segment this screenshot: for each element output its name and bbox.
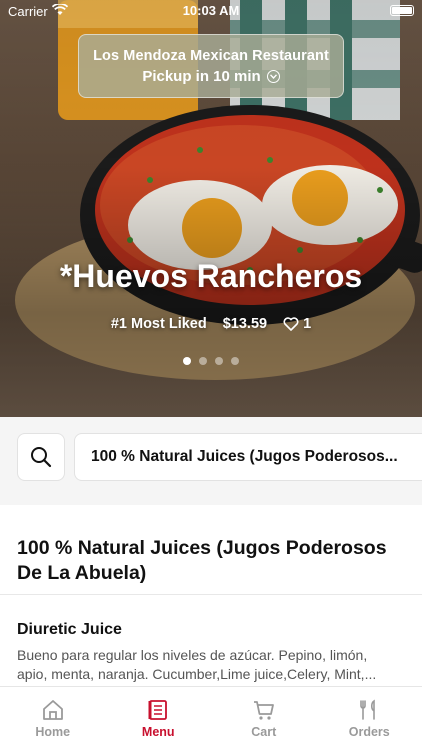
pickup-label: Pickup in 10 min xyxy=(142,68,261,85)
carousel-dot[interactable] xyxy=(183,357,191,365)
home-icon xyxy=(42,700,63,720)
category-selector[interactable]: 100 % Natural Juices (Jugos Poderosos... xyxy=(74,433,422,481)
carousel-dot[interactable] xyxy=(199,357,207,365)
cart-icon xyxy=(253,701,274,720)
menu-item-name[interactable]: Diuretic Juice xyxy=(17,621,122,639)
category-title: 100 % Natural Juices (Jugos Poderosos De… xyxy=(17,537,387,584)
category-bar: 100 % Natural Juices (Jugos Poderosos... xyxy=(0,417,422,505)
restaurant-pickup-selector[interactable]: Los Mendoza Mexican Restaurant Pickup in… xyxy=(78,34,344,98)
clock: 10:03 AM xyxy=(182,3,240,18)
tab-menu-label: Menu xyxy=(141,725,175,739)
search-button[interactable] xyxy=(17,433,65,481)
carousel-dot[interactable] xyxy=(231,357,239,365)
tab-bar: Home Menu Cart Orders xyxy=(0,686,422,750)
tab-orders[interactable]: Orders xyxy=(317,687,422,750)
pickup-time: Pickup in 10 min xyxy=(79,68,343,85)
featured-item-meta: #1 Most Liked $13.59 1 xyxy=(0,316,422,332)
carousel-dot[interactable] xyxy=(215,357,223,365)
heart-icon xyxy=(283,317,299,331)
hero-banner[interactable]: Carrier 10:03 AM Los Mendoza Mexican Res… xyxy=(0,0,422,417)
carousel-page-indicator[interactable] xyxy=(0,357,422,365)
tab-orders-label: Orders xyxy=(348,725,390,739)
status-bar: Carrier 10:03 AM xyxy=(0,0,422,22)
featured-likes: 1 xyxy=(283,316,311,332)
chevron-down-icon xyxy=(266,70,280,83)
orders-icon xyxy=(360,699,376,720)
featured-price: $13.59 xyxy=(222,316,268,332)
featured-item-title: *Huevos Rancheros xyxy=(59,258,363,294)
search-icon xyxy=(31,447,52,468)
description-line: apio, menta, naranja. Cucumber,Lime juic… xyxy=(17,666,377,682)
restaurant-name: Los Mendoza Mexican Restaurant xyxy=(93,48,329,64)
battery-icon xyxy=(390,5,414,16)
likes-count: 1 xyxy=(303,316,312,332)
tab-cart-label: Cart xyxy=(251,725,277,739)
tab-cart[interactable]: Cart xyxy=(211,687,317,750)
tab-home-label: Home xyxy=(35,725,71,739)
menu-icon xyxy=(148,700,168,720)
menu-item-description[interactable]: Bueno para regular los niveles de azúcar… xyxy=(17,646,407,684)
featured-rank: #1 Most Liked xyxy=(110,316,207,332)
description-line: Bueno para regular los niveles de azúcar… xyxy=(17,647,368,663)
divider xyxy=(0,594,422,595)
tab-home[interactable]: Home xyxy=(0,687,106,750)
tab-menu[interactable]: Menu xyxy=(106,687,212,750)
